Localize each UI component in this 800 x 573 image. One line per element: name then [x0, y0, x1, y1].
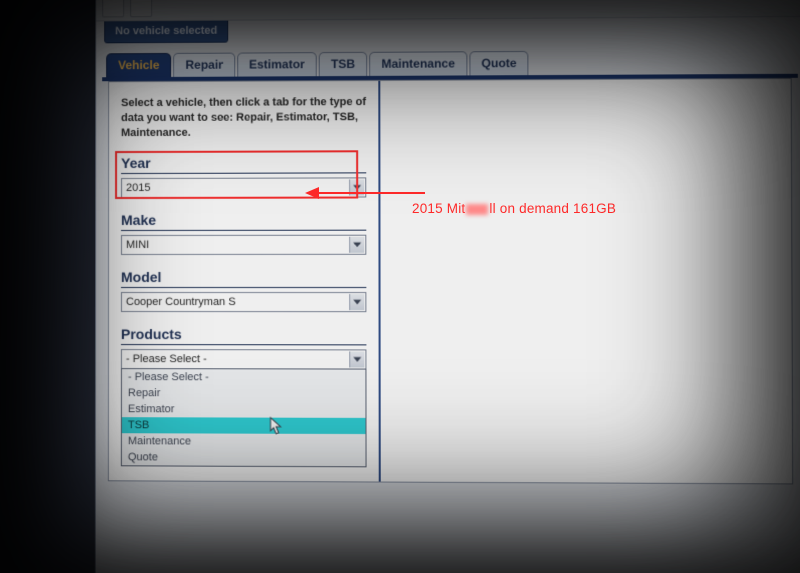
products-select[interactable]: - Please Select -	[121, 349, 367, 370]
intro-text: Select a vehicle, then click a tab for t…	[121, 95, 366, 141]
products-value: - Please Select -	[126, 353, 207, 365]
toolbar-button-2[interactable]	[130, 0, 152, 17]
year-select[interactable]: 2015	[121, 177, 366, 198]
annotation-prefix: 2015 Mit	[412, 201, 465, 216]
products-option-repair[interactable]: Repair	[122, 385, 366, 402]
chevron-down-icon	[349, 236, 364, 252]
field-year: Year 2015	[121, 154, 366, 198]
annotation-suffix: ll on demand 161GB	[489, 201, 616, 216]
status-bar: No vehicle selected	[96, 17, 800, 43]
model-label: Model	[121, 268, 366, 284]
app-window: No vehicle selected Vehicle Repair Estim…	[95, 0, 800, 573]
toolbar-button-1[interactable]	[102, 0, 124, 17]
chevron-down-icon	[349, 294, 364, 310]
products-option-estimator[interactable]: Estimator	[122, 401, 366, 418]
divider	[121, 287, 366, 288]
chevron-down-icon	[349, 351, 364, 367]
products-label: Products	[121, 326, 366, 342]
right-pane	[380, 79, 792, 483]
model-select[interactable]: Cooper Countryman S	[121, 292, 366, 312]
tab-maintenance[interactable]: Maintenance	[369, 51, 467, 76]
make-value: MINI	[126, 238, 149, 250]
tab-quote[interactable]: Quote	[469, 51, 529, 75]
products-dropdown[interactable]: - Please Select - Repair Estimator TSB M…	[121, 368, 367, 467]
tab-estimator[interactable]: Estimator	[237, 52, 317, 76]
status-text: No vehicle selected	[104, 21, 228, 44]
tabbar: Vehicle Repair Estimator TSB Maintenance…	[102, 49, 798, 81]
left-pane: Select a vehicle, then click a tab for t…	[109, 81, 381, 481]
make-select[interactable]: MINI	[121, 234, 366, 254]
products-option-tsb[interactable]: TSB	[122, 417, 366, 434]
annotation-text: 2015 Mit ll on demand 161GB	[412, 201, 616, 216]
field-make: Make MINI	[121, 211, 366, 254]
products-option-quote[interactable]: Quote	[122, 449, 366, 466]
chevron-down-icon	[349, 179, 364, 195]
tab-repair[interactable]: Repair	[173, 53, 235, 77]
year-label: Year	[121, 154, 366, 171]
content-area: Select a vehicle, then click a tab for t…	[108, 78, 793, 484]
make-label: Make	[121, 211, 366, 227]
field-model: Model Cooper Countryman S	[121, 268, 366, 311]
annotation-blur	[466, 204, 488, 215]
divider	[121, 172, 366, 174]
model-value: Cooper Countryman S	[126, 296, 236, 308]
divider	[121, 344, 366, 345]
products-option-maintenance[interactable]: Maintenance	[122, 433, 366, 450]
field-products: Products - Please Select - - Please Sele…	[121, 326, 367, 467]
year-value: 2015	[126, 181, 150, 193]
products-option-please-select[interactable]: - Please Select -	[122, 369, 366, 386]
tab-vehicle[interactable]: Vehicle	[106, 53, 171, 77]
divider	[121, 229, 366, 230]
tab-tsb[interactable]: TSB	[319, 52, 367, 76]
tabbar-wrap: Vehicle Repair Estimator TSB Maintenance…	[96, 49, 800, 484]
